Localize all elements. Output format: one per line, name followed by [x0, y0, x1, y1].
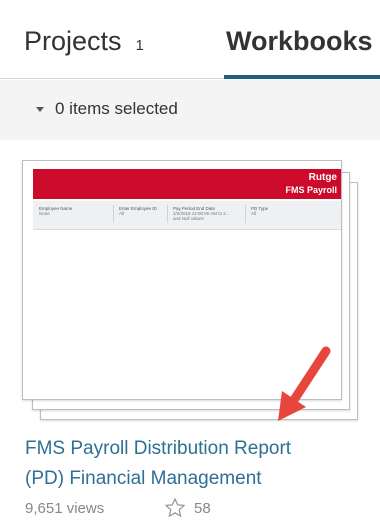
report-header-title: Rutge	[308, 172, 337, 183]
report-filter-label: Enter Employee ID	[119, 206, 157, 211]
report-header: Rutge FMS Payroll	[33, 169, 341, 199]
report-filter: Enter Employee ID All	[119, 206, 157, 216]
tabs-divider	[0, 78, 224, 79]
filter-divider	[245, 205, 246, 223]
tab-bar: Projects 1 Workbooks	[0, 0, 380, 80]
tab-projects[interactable]: Projects 1	[24, 26, 144, 57]
tab-workbooks-label: Workbooks	[226, 26, 373, 56]
view-count: 9,651 views	[25, 500, 105, 517]
workbook-title-link[interactable]: FMS Payroll Distribution Report (PD) Fin…	[25, 434, 370, 494]
report-filter-bar: Employee Name None Enter Employee ID All…	[33, 201, 341, 230]
report-filter-value: All	[119, 211, 125, 216]
report-filter: PD Type All	[251, 206, 268, 216]
star-icon[interactable]	[164, 497, 186, 519]
filter-divider	[113, 205, 114, 223]
chevron-down-icon[interactable]	[36, 107, 44, 112]
report-header-subtitle: FMS Payroll	[285, 185, 337, 195]
report-filter-value-extra: and Null values	[173, 216, 204, 221]
report-filter-value: All	[251, 211, 257, 216]
active-tab-indicator	[224, 75, 380, 79]
selection-dropdown[interactable]: 0 items selected	[55, 99, 178, 119]
tab-projects-label: Projects	[24, 26, 122, 56]
report-filter: Employee Name None	[39, 206, 72, 216]
report-filter-value: None	[39, 211, 50, 216]
workbook-title-line1: FMS Payroll Distribution Report	[25, 438, 292, 459]
filter-divider	[167, 205, 168, 223]
report-filter: Pay Period End Date 2/2/2018 12:00:00 AM…	[173, 206, 230, 221]
tab-workbooks[interactable]: Workbooks	[226, 26, 373, 57]
tab-projects-count: 1	[135, 37, 144, 54]
workbook-title-line2: (PD) Financial Management	[25, 468, 262, 489]
favorite-count: 58	[194, 500, 211, 517]
annotation-arrow-icon	[278, 346, 331, 421]
